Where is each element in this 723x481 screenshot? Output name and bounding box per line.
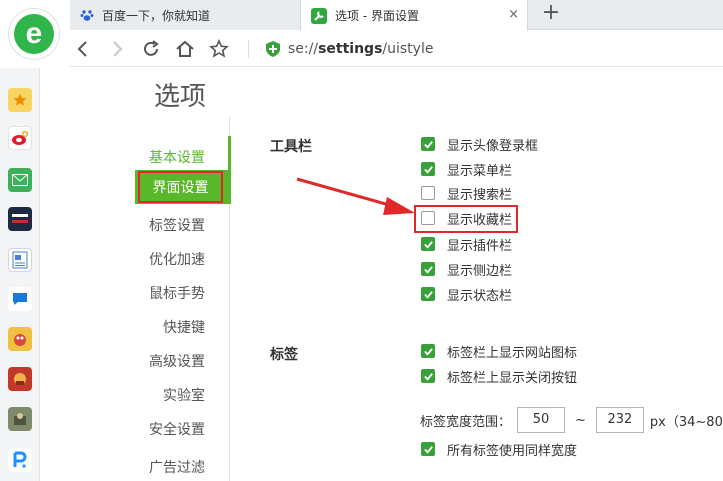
navigation-toolbar: se://settings/uistyle bbox=[70, 31, 723, 67]
shield-icon bbox=[266, 41, 280, 57]
paw-icon bbox=[80, 10, 94, 21]
browser-logo-icon: e bbox=[14, 14, 54, 54]
tab-bar: 百度一下，你就知道 选项 - 界面设置 × + bbox=[70, 0, 723, 31]
chat-icon[interactable] bbox=[8, 287, 32, 311]
option-label: 显示状态栏 bbox=[447, 288, 513, 304]
checkbox-show-sidebar[interactable]: 显示侧边栏 bbox=[421, 260, 513, 279]
option-label: 所有标签使用同样宽度 bbox=[447, 443, 578, 459]
news-icon[interactable] bbox=[8, 207, 32, 231]
tab-width-hint: px（34~800 bbox=[649, 414, 723, 430]
checkbox-same-tab-width[interactable]: 所有标签使用同样宽度 bbox=[421, 440, 578, 459]
checkbox-checked-icon[interactable] bbox=[421, 344, 435, 358]
checkbox-show-status-bar[interactable]: 显示状态栏 bbox=[421, 285, 513, 304]
star-outline-icon bbox=[209, 39, 229, 58]
home-icon bbox=[176, 40, 194, 57]
back-arrow-icon bbox=[77, 41, 87, 57]
checkbox-show-plugin-bar[interactable]: 显示插件栏 bbox=[421, 235, 513, 254]
address-host: settings bbox=[318, 41, 383, 57]
document-icon[interactable] bbox=[8, 248, 32, 272]
tab-width-min-input[interactable]: 50 bbox=[517, 407, 566, 433]
back-button[interactable] bbox=[70, 36, 96, 62]
browser-chrome: e 百度一下，你就知道 选项 - 界面设置 × + se:// settings… bbox=[0, 0, 723, 68]
bookmark-button[interactable] bbox=[206, 36, 232, 62]
side-app-bar bbox=[0, 68, 40, 481]
game-icon[interactable] bbox=[8, 327, 32, 351]
checkbox-checked-icon[interactable] bbox=[421, 262, 435, 276]
tab-width-max-input[interactable]: 232 bbox=[595, 407, 644, 433]
checkbox-checked-icon[interactable] bbox=[421, 137, 435, 151]
option-label: 标签栏上显示关闭按钮 bbox=[447, 370, 578, 386]
sidebar-item-basic[interactable]: 基本设置 bbox=[149, 147, 205, 167]
checkbox-show-site-icons[interactable]: 标签栏上显示网站图标 bbox=[421, 342, 578, 361]
range-separator: ~ bbox=[575, 412, 586, 428]
favorites-bar-highlight bbox=[414, 205, 518, 233]
game-icon[interactable] bbox=[8, 407, 32, 431]
option-label: 显示头像登录框 bbox=[447, 138, 539, 154]
option-label: 显示搜索栏 bbox=[447, 187, 513, 203]
weibo-icon[interactable] bbox=[8, 126, 32, 150]
forward-arrow-icon bbox=[113, 41, 123, 57]
sidebar-item-lab[interactable]: 实验室 bbox=[163, 385, 205, 405]
sidebar-item-security[interactable]: 安全设置 bbox=[149, 419, 205, 439]
sidebar-active-indicator bbox=[228, 136, 231, 170]
settings-sidebar: 基本设置 界面设置 标签设置 优化加速 鼠标手势 快捷键 高级设置 实验室 安全… bbox=[40, 116, 231, 481]
sidebar-item-shortcuts[interactable]: 快捷键 bbox=[163, 317, 205, 337]
tab-baidu[interactable]: 百度一下，你就知道 bbox=[70, 0, 300, 30]
toolbar-divider bbox=[248, 40, 249, 58]
sidebar-item-optimize[interactable]: 优化加速 bbox=[149, 249, 205, 269]
sidebar-item-interface[interactable]: 界面设置 bbox=[138, 171, 223, 203]
sidebar-item-tabs[interactable]: 标签设置 bbox=[149, 215, 205, 235]
browser-logo[interactable]: e bbox=[8, 8, 60, 60]
close-icon[interactable]: × bbox=[508, 7, 519, 22]
sidebar-item-advanced[interactable]: 高级设置 bbox=[149, 351, 205, 371]
option-label: 显示插件栏 bbox=[447, 238, 513, 254]
address-path: /uistyle bbox=[382, 41, 434, 57]
checkbox-checked-icon[interactable] bbox=[421, 442, 435, 456]
checkbox-show-menu-bar[interactable]: 显示菜单栏 bbox=[421, 160, 513, 179]
address-scheme: se:// bbox=[288, 41, 319, 57]
checkbox-unchecked-icon[interactable] bbox=[421, 186, 435, 200]
section-label-tabs: 标签 bbox=[270, 347, 298, 363]
tab-label: 百度一下，你就知道 bbox=[102, 8, 211, 23]
checkbox-checked-icon[interactable] bbox=[421, 287, 435, 301]
checkbox-checked-icon[interactable] bbox=[421, 162, 435, 176]
section-label-toolbar: 工具栏 bbox=[270, 139, 312, 155]
checkbox-show-search-bar[interactable]: 显示搜索栏 bbox=[421, 184, 513, 203]
star-icon[interactable] bbox=[8, 88, 32, 112]
option-label: 标签栏上显示网站图标 bbox=[447, 345, 578, 361]
option-label: 显示菜单栏 bbox=[447, 163, 513, 179]
sidebar-item-mouse-gestures[interactable]: 鼠标手势 bbox=[149, 283, 205, 303]
page-title: 选项 bbox=[154, 82, 207, 112]
p-icon[interactable] bbox=[8, 448, 32, 472]
checkbox-checked-icon[interactable] bbox=[421, 237, 435, 251]
address-bar[interactable]: se://settings/uistyle bbox=[266, 37, 433, 61]
tab-label: 选项 - 界面设置 bbox=[335, 9, 419, 23]
tab-settings[interactable]: 选项 - 界面设置 × bbox=[300, 0, 528, 31]
wrench-icon bbox=[311, 7, 327, 24]
option-label: 显示侧边栏 bbox=[447, 263, 513, 279]
checkbox-checked-icon[interactable] bbox=[421, 369, 435, 383]
sidebar-item-adblock[interactable]: 广告过滤 bbox=[149, 457, 205, 477]
forward-button[interactable] bbox=[104, 36, 130, 62]
tab-width-label: 标签宽度范围： bbox=[420, 414, 512, 430]
checkbox-show-close-buttons[interactable]: 标签栏上显示关闭按钮 bbox=[421, 367, 578, 386]
tab-width-range-row: 标签宽度范围： 50 ~ 232 px（34~800 bbox=[420, 407, 723, 433]
mail-icon[interactable] bbox=[8, 168, 32, 192]
home-button[interactable] bbox=[172, 36, 198, 62]
game-icon[interactable] bbox=[8, 367, 32, 391]
red-arrow-icon bbox=[296, 177, 415, 215]
checkbox-show-avatar-login[interactable]: 显示头像登录框 bbox=[421, 135, 539, 154]
reload-icon bbox=[144, 40, 159, 56]
reload-button[interactable] bbox=[138, 36, 164, 62]
new-tab-button[interactable]: + bbox=[540, 2, 562, 26]
